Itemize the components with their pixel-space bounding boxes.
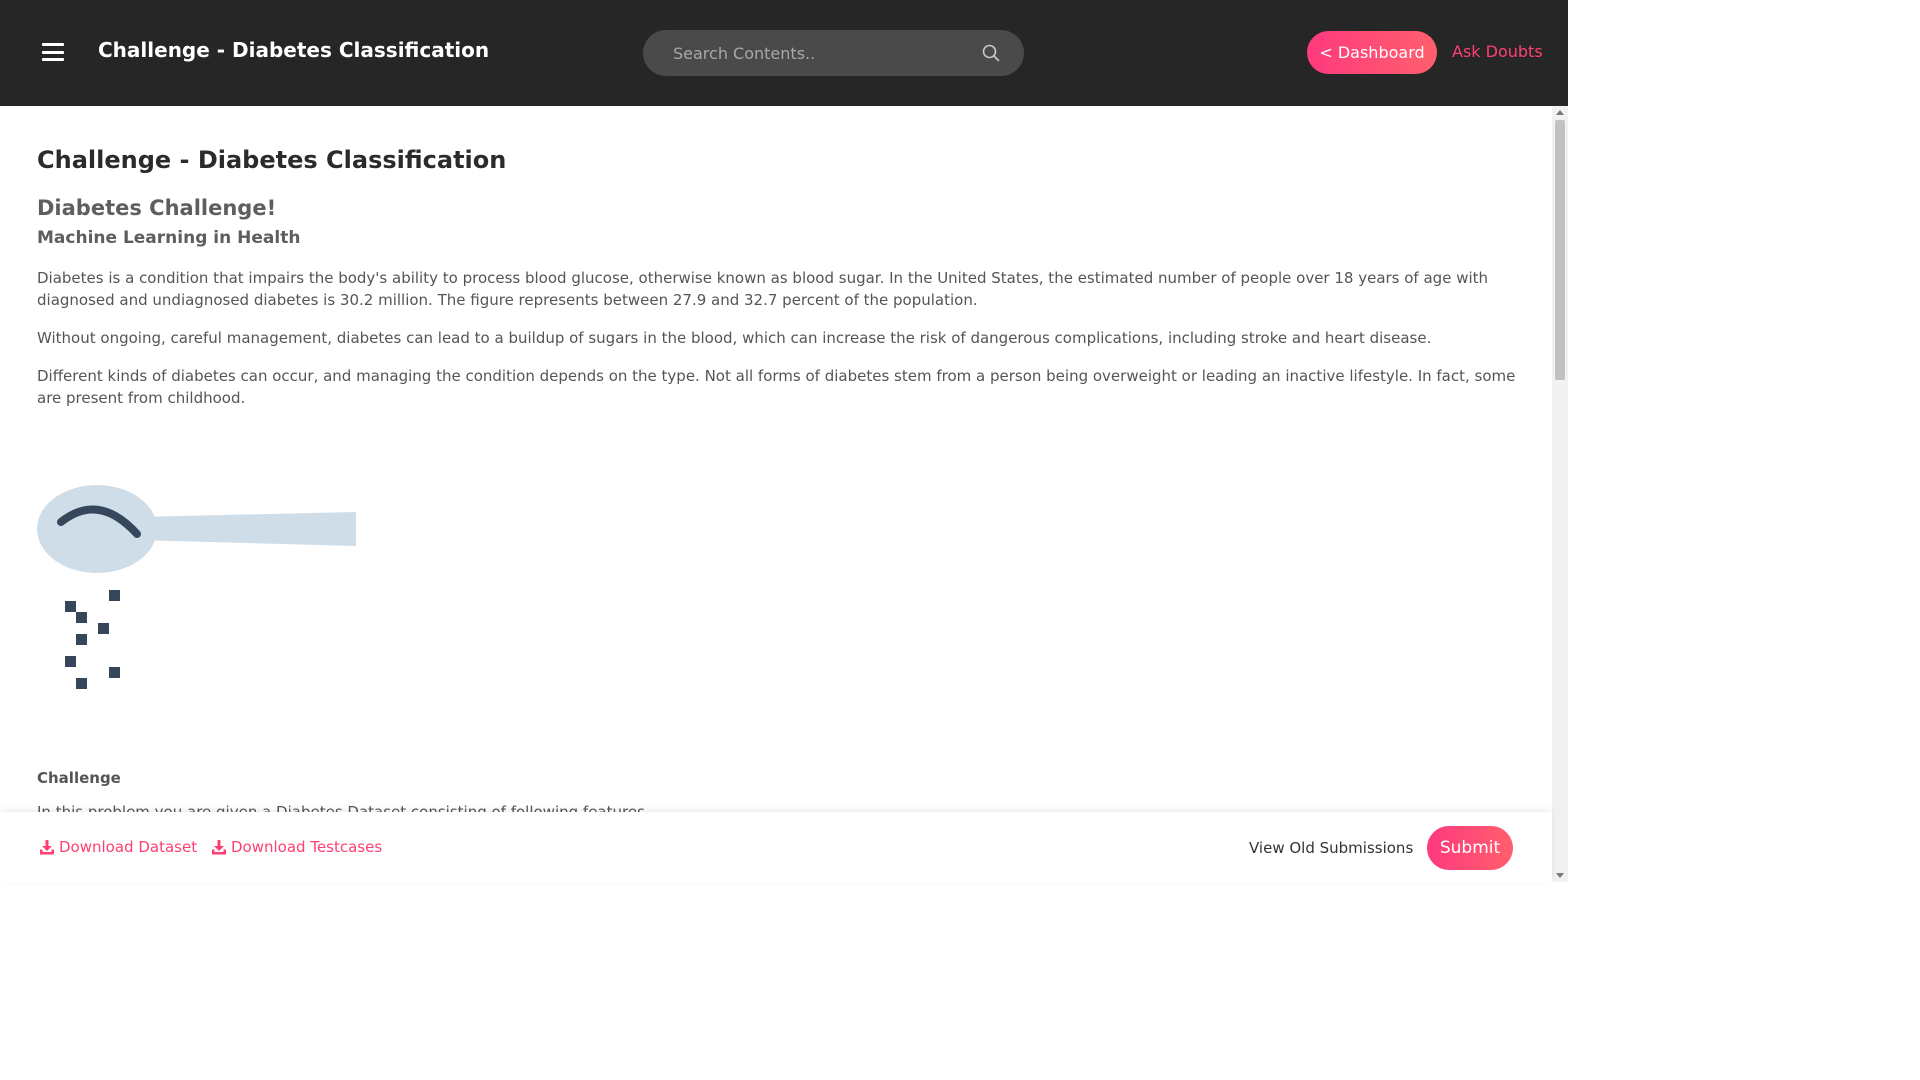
vertical-scrollbar[interactable] xyxy=(1552,106,1568,882)
page-title: Challenge - Diabetes Classification xyxy=(37,146,507,174)
app-title: Challenge - Diabetes Classification xyxy=(98,38,490,62)
download-testcases-label: Download Testcases xyxy=(231,838,383,856)
dashboard-button[interactable]: < Dashboard xyxy=(1307,31,1437,74)
view-old-submissions-link[interactable]: View Old Submissions xyxy=(1249,839,1413,857)
hamburger-menu-icon[interactable] xyxy=(42,43,64,61)
main-content: Challenge - Diabetes Classification Diab… xyxy=(0,106,1552,812)
submit-button[interactable]: Submit xyxy=(1427,826,1513,870)
description-paragraph-1: Diabetes is a condition that impairs the… xyxy=(37,269,1489,309)
download-icon xyxy=(40,840,54,855)
search-icon[interactable] xyxy=(982,44,1000,62)
description-paragraph-3: Different kinds of diabetes can occur, a… xyxy=(37,367,1516,407)
scroll-down-arrow-icon[interactable] xyxy=(1556,873,1564,878)
challenge-description-paragraph: In this problem you are given a Diabetes… xyxy=(37,803,645,812)
description-paragraph-2: Without ongoing, careful management, dia… xyxy=(37,329,1432,347)
download-icon xyxy=(212,840,226,855)
bottom-action-bar: Download Dataset Download Testcases View… xyxy=(0,812,1552,882)
challenge-heading: Diabetes Challenge! xyxy=(37,196,277,220)
sugar-spoon-illustration xyxy=(37,485,356,689)
challenge-subheading: Machine Learning in Health xyxy=(37,228,301,248)
download-testcases-link[interactable]: Download Testcases xyxy=(211,838,382,856)
download-dataset-link[interactable]: Download Dataset xyxy=(39,838,197,856)
download-dataset-label: Download Dataset xyxy=(59,838,198,856)
ask-doubts-link[interactable]: Ask Doubts xyxy=(1452,42,1543,61)
section-heading-challenge: Challenge xyxy=(37,769,121,787)
search-box xyxy=(643,30,1024,76)
scroll-up-arrow-icon[interactable] xyxy=(1556,110,1564,115)
scrollbar-thumb[interactable] xyxy=(1555,120,1565,380)
top-navbar: Challenge - Diabetes Classification < Da… xyxy=(0,0,1568,106)
search-input[interactable] xyxy=(643,30,973,76)
